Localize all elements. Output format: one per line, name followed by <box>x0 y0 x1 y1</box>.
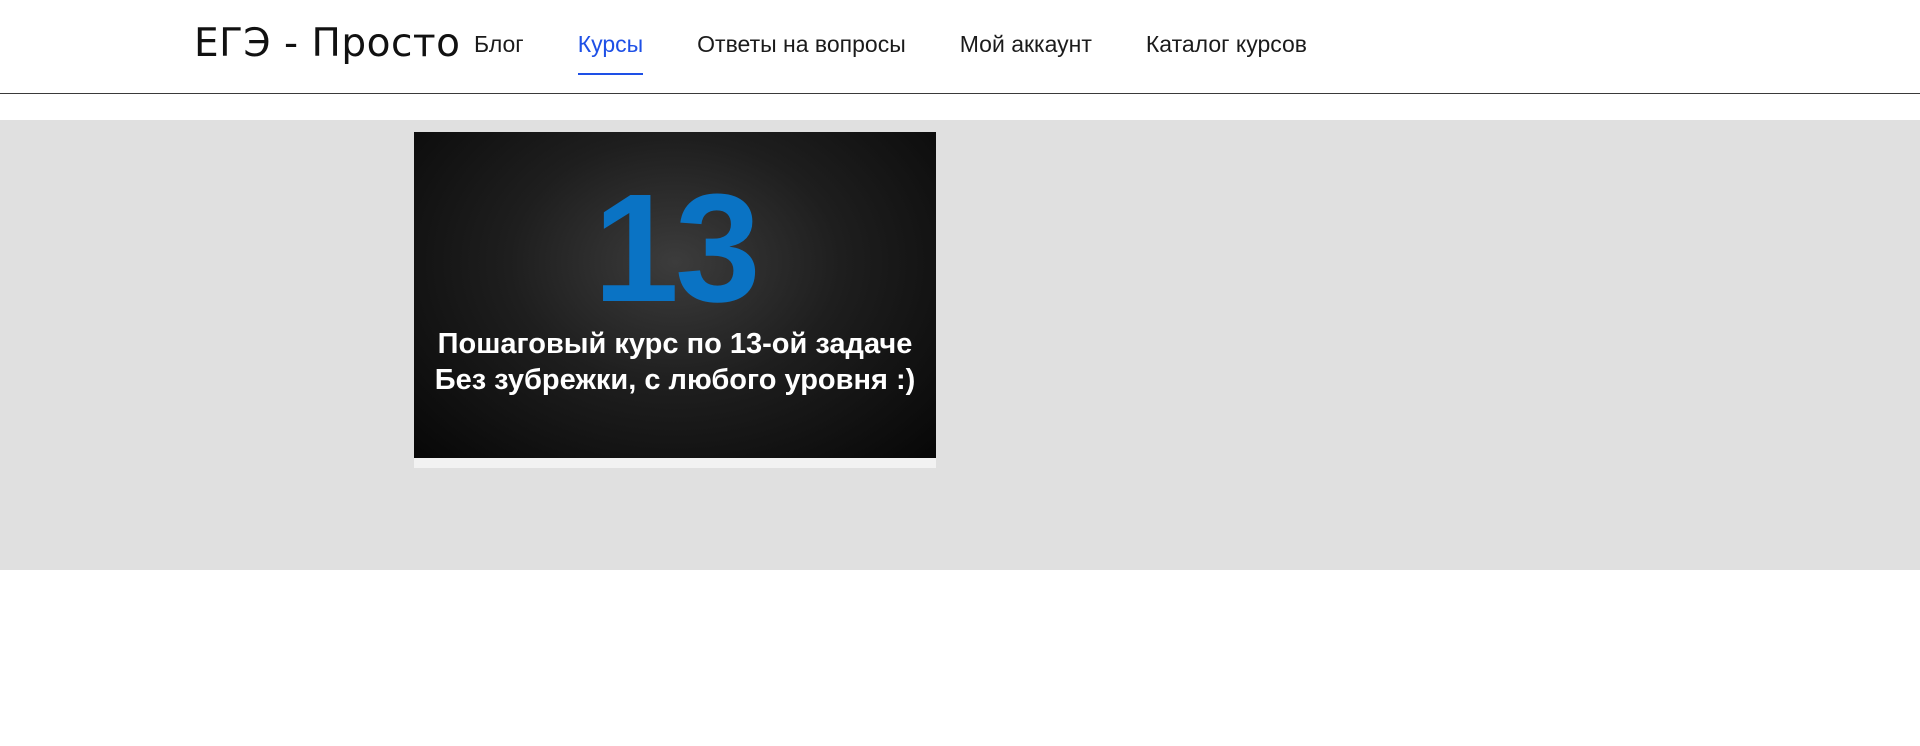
nav-item-course-catalog[interactable]: Каталог курсов <box>1146 0 1307 58</box>
course-card[interactable]: 13 Пошаговый курс по 13-ой задаче Без зу… <box>414 132 936 468</box>
cover-number: 13 <box>593 162 760 334</box>
nav-item-my-account[interactable]: Мой аккаунт <box>960 0 1092 58</box>
course-cover-image[interactable]: 13 Пошаговый курс по 13-ой задаче Без зу… <box>414 132 936 458</box>
nav-item-courses[interactable]: Курсы <box>577 0 644 75</box>
site-header: ЕГЭ - Просто Блог Курсы Ответы на вопрос… <box>0 0 1920 94</box>
site-logo[interactable]: ЕГЭ - Просто <box>194 18 461 70</box>
nav-item-blog[interactable]: Блог <box>474 0 524 58</box>
nav-item-faq[interactable]: Ответы на вопросы <box>697 0 906 58</box>
courses-section: 13 Пошаговый курс по 13-ой задаче Без зу… <box>0 120 1920 570</box>
cover-title-line1: Пошаговый курс по 13-ой задаче <box>437 328 913 360</box>
main-nav: Блог Курсы Ответы на вопросы Мой аккаунт… <box>474 0 1307 93</box>
cover-title-line2: Без зубрежки, с любого уровня :) <box>434 364 916 396</box>
